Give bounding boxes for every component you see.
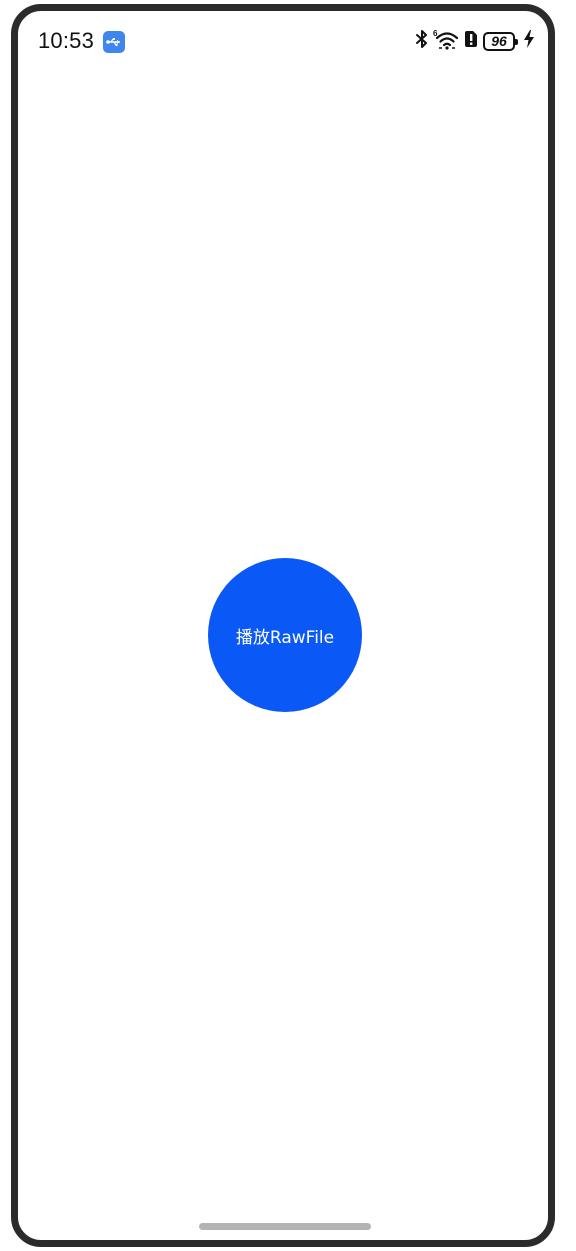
status-icons: 6 96 bbox=[416, 28, 534, 54]
home-indicator[interactable] bbox=[199, 1223, 371, 1230]
play-rawfile-button[interactable]: 播放RawFile bbox=[208, 558, 362, 712]
play-rawfile-button-label: 播放RawFile bbox=[235, 627, 335, 648]
status-time: 10:53 bbox=[38, 28, 95, 53]
battery-icon: 96 bbox=[483, 31, 518, 51]
sim-alert-icon bbox=[464, 30, 478, 53]
wifi-6-icon: 6 bbox=[433, 28, 459, 55]
charging-bolt-icon bbox=[524, 29, 534, 53]
device-frame: 10:53 6 96 播放RawFile bbox=[11, 4, 555, 1247]
status-bar: 10:53 6 96 bbox=[18, 11, 548, 67]
bluetooth-icon bbox=[416, 29, 428, 54]
usb-debug-icon bbox=[103, 31, 125, 53]
